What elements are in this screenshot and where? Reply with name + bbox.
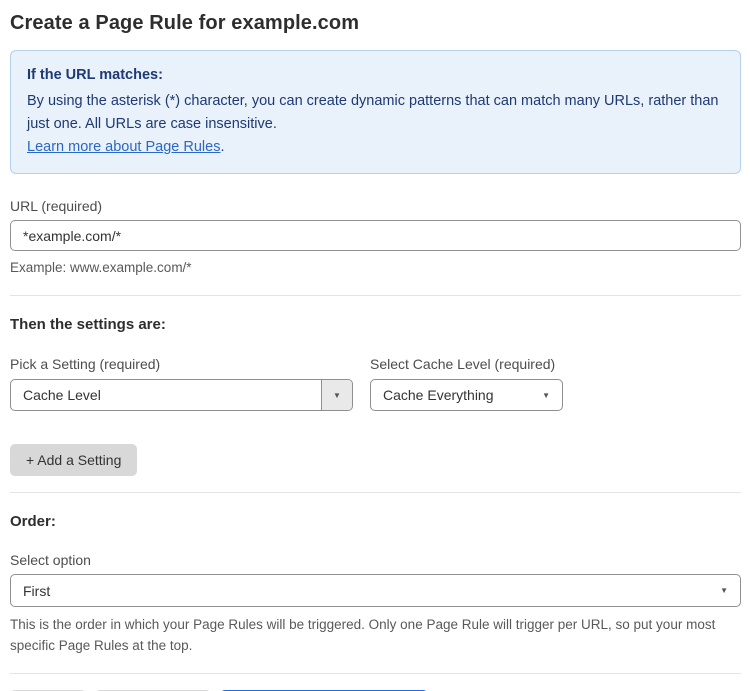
cache-level-select[interactable]: Cache Everything ▼ (370, 379, 563, 411)
add-setting-button[interactable]: + Add a Setting (10, 444, 138, 476)
setting-picker-select[interactable]: Cache Level ▼ (10, 379, 353, 411)
create-page-rule-form: Create a Page Rule for example.com If th… (0, 0, 750, 691)
divider (10, 673, 741, 674)
divider (10, 492, 741, 493)
cache-level-label: Select Cache Level (required) (370, 356, 556, 372)
setting-picker-value: Cache Level (23, 387, 101, 403)
url-match-info-box: If the URL matches: By using the asteris… (10, 50, 741, 174)
setting-picker-label: Pick a Setting (required) (10, 356, 161, 372)
learn-more-link[interactable]: Learn more about Page Rules (27, 139, 220, 155)
divider (10, 295, 741, 296)
url-input[interactable] (10, 220, 741, 251)
cache-level-column: Select Cache Level (required) Cache Ever… (370, 333, 563, 411)
link-period: . (220, 139, 225, 155)
url-field-helper: Example: www.example.com/* (10, 260, 192, 275)
order-select[interactable]: First ▼ (10, 574, 741, 607)
chevron-down-icon: ▼ (542, 390, 550, 400)
chevron-down-icon[interactable]: ▼ (321, 380, 352, 410)
info-box-link-line: Learn more about Page Rules. (27, 136, 724, 159)
settings-section-heading: Then the settings are: (10, 316, 166, 333)
settings-row: Pick a Setting (required) Cache Level ▼ … (10, 333, 741, 411)
order-select-value: First (23, 582, 51, 599)
page-title: Create a Page Rule for example.com (10, 12, 360, 34)
order-helper-text: This is the order in which your Page Rul… (10, 617, 716, 653)
cache-level-value: Cache Everything (383, 387, 494, 403)
setting-picker-column: Pick a Setting (required) Cache Level ▼ (10, 333, 353, 411)
info-box-heading: If the URL matches: (27, 67, 163, 83)
order-section-heading: Order: (10, 513, 56, 530)
url-field-label: URL (required) (10, 198, 103, 214)
order-select-label: Select option (10, 552, 91, 568)
info-box-body: By using the asterisk (*) character, you… (27, 93, 719, 132)
chevron-down-icon: ▼ (720, 586, 728, 595)
